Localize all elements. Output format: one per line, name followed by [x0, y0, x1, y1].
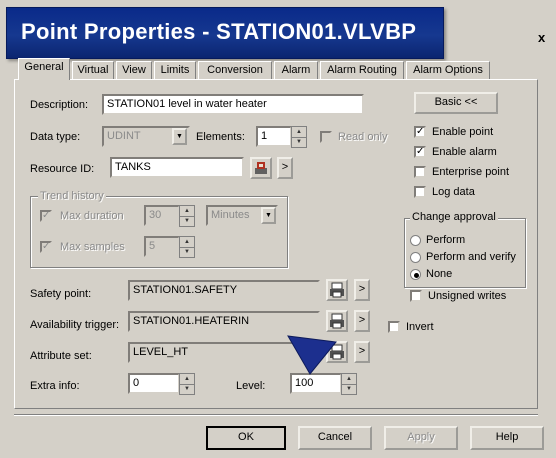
printer-icon [330, 282, 344, 298]
datatype-label: Data type: [30, 131, 81, 143]
unsigned-writes-checkbox[interactable] [410, 290, 422, 302]
resource-label: Resource ID: [30, 163, 95, 175]
extra-info-label: Extra info: [30, 380, 80, 392]
resource-browse-button[interactable] [250, 157, 272, 179]
log-data-checkbox[interactable] [414, 186, 426, 198]
point-properties-dialog: Point Properties - STATION01.VLVBP x Gen… [0, 0, 556, 458]
extra-info-field[interactable]: 0 [128, 373, 180, 394]
level-label: Level: [236, 380, 266, 392]
tab-alarm-routing[interactable]: Alarm Routing [320, 61, 404, 80]
max-duration-label: Max duration [60, 210, 124, 222]
resource-field[interactable]: TANKS [110, 157, 244, 178]
button-separator [14, 414, 538, 416]
tab-limits[interactable]: Limits [154, 61, 196, 80]
printer-icon [330, 313, 344, 329]
close-icon[interactable]: x [538, 30, 545, 45]
elements-label: Elements: [196, 131, 245, 143]
availability-label: Availability trigger: [30, 319, 120, 331]
extra-info-spinner[interactable]: ▲ ▼ [179, 373, 195, 395]
unsigned-writes-label: Unsigned writes [428, 290, 507, 302]
none-radio[interactable] [410, 269, 421, 280]
enable-alarm-checkbox[interactable]: ✓ [414, 146, 426, 158]
chevron-down-icon[interactable]: ▼ [172, 128, 187, 145]
enable-alarm-label: Enable alarm [432, 146, 497, 158]
tab-virtual[interactable]: Virtual [72, 61, 114, 80]
tab-alarm-options[interactable]: Alarm Options [406, 61, 490, 80]
max-duration-spinner[interactable]: ▲ ▼ [179, 205, 195, 227]
enterprise-point-checkbox[interactable] [414, 166, 426, 178]
trend-history-title: Trend history [38, 190, 106, 202]
invert-checkbox[interactable] [388, 321, 400, 333]
max-samples-label: Max samples [60, 241, 125, 253]
attribute-label: Attribute set: [30, 350, 92, 362]
safety-label: Safety point: [30, 288, 92, 300]
max-duration-checkbox[interactable]: ✓ [40, 210, 52, 222]
readonly-label: Read only [338, 131, 388, 143]
elements-spinner[interactable]: ▲ ▼ [291, 126, 307, 148]
tools-icon [255, 162, 267, 174]
safety-browse-button[interactable] [326, 279, 348, 301]
availability-arrow-button[interactable]: > [354, 310, 370, 332]
title-bar: Point Properties - STATION01.VLVBP [6, 7, 444, 59]
tab-conversion[interactable]: Conversion [198, 61, 272, 80]
ok-button[interactable]: OK [206, 426, 286, 450]
perform-radio[interactable] [410, 235, 421, 246]
availability-field[interactable]: STATION01.HEATERIN [128, 311, 320, 332]
max-samples-spinner[interactable]: ▲ ▼ [179, 236, 195, 258]
cursor-arrow-icon [287, 335, 337, 375]
tab-view[interactable]: View [116, 61, 152, 80]
none-label: None [426, 268, 453, 280]
safety-field[interactable]: STATION01.SAFETY [128, 280, 320, 301]
window-title: Point Properties - STATION01.VLVBP [21, 19, 417, 44]
max-samples-field[interactable]: 5 [144, 236, 180, 257]
invert-label: Invert [406, 321, 434, 333]
enable-point-checkbox[interactable]: ✓ [414, 126, 426, 138]
enterprise-point-label: Enterprise point [432, 166, 510, 178]
perform-label: Perform [426, 234, 466, 246]
max-samples-checkbox[interactable]: ✓ [40, 241, 52, 253]
perform-verify-label: Perform and verify [426, 251, 516, 263]
enable-point-label: Enable point [432, 126, 494, 138]
apply-button[interactable]: Apply [384, 426, 458, 450]
basic-button[interactable]: Basic << [414, 92, 498, 114]
description-field[interactable]: STATION01 level in water heater [102, 94, 364, 115]
cancel-button[interactable]: Cancel [298, 426, 372, 450]
resource-arrow-button[interactable]: > [277, 157, 293, 179]
max-duration-field[interactable]: 30 [144, 205, 180, 226]
log-data-label: Log data [432, 186, 475, 198]
description-label: Description: [30, 99, 89, 111]
tab-alarm[interactable]: Alarm [274, 61, 318, 80]
perform-verify-radio[interactable] [410, 252, 421, 263]
elements-field[interactable]: 1 [256, 126, 292, 147]
level-spinner[interactable]: ▲ ▼ [341, 373, 357, 395]
safety-arrow-button[interactable]: > [354, 279, 370, 301]
attribute-arrow-button[interactable]: > [354, 341, 370, 363]
change-approval-title: Change approval [410, 211, 498, 223]
availability-browse-button[interactable] [326, 310, 348, 332]
tab-general[interactable]: General [18, 58, 70, 80]
chevron-down-icon[interactable]: ▼ [261, 207, 276, 224]
help-button[interactable]: Help [470, 426, 544, 450]
readonly-checkbox[interactable] [320, 131, 332, 143]
